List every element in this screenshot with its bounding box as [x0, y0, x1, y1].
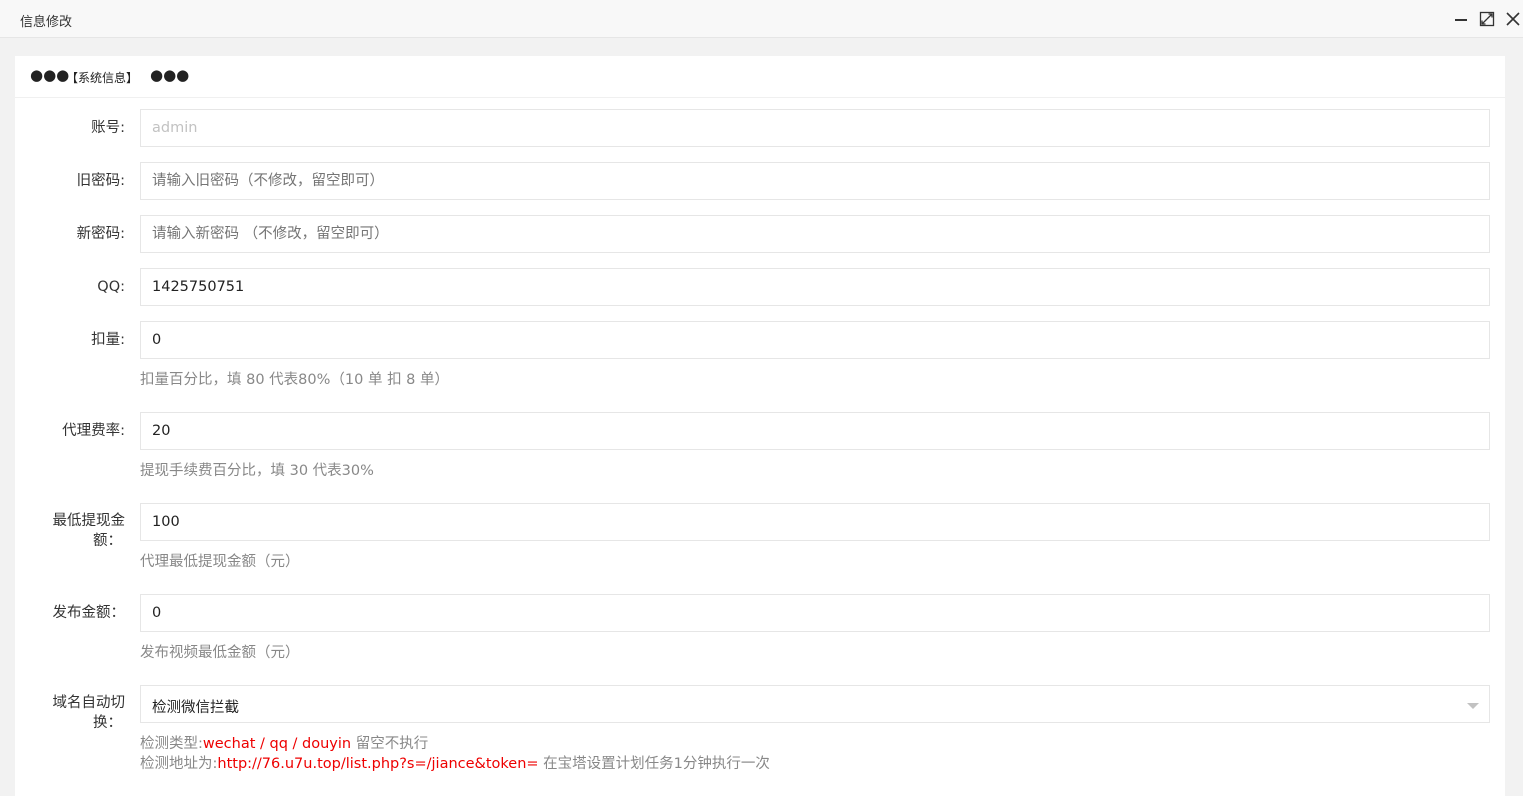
agent-fee-input[interactable] — [141, 413, 1489, 449]
agent-fee-label: 代理费率: — [62, 423, 125, 439]
domain-switch-hint-type: 检测类型:wechat / qq / douyin 留空不执行 — [140, 732, 428, 753]
domain-switch-select[interactable]: 检测微信拦截 — [140, 685, 1490, 723]
hint-type-values: wechat / qq / douyin — [202, 736, 352, 752]
section-header: ●●● 【系统信息】 ●●● — [15, 56, 1505, 98]
window-title: 信息修改 — [20, 15, 73, 30]
min-withdraw-field[interactable] — [140, 503, 1490, 541]
min-withdraw-hint: 代理最低提现金额（元） — [140, 554, 300, 570]
deduction-label: 扣量: — [91, 332, 125, 348]
old-password-input[interactable] — [141, 163, 1489, 199]
new-password-label: 新密码: — [76, 226, 125, 242]
account-label: 账号: — [91, 120, 125, 136]
header-dots-left: ●●● — [30, 66, 70, 84]
domain-switch-label-line1: 域名自动切 — [52, 695, 126, 711]
old-password-label: 旧密码: — [76, 173, 125, 189]
header-dots-right: ●●● — [150, 66, 190, 84]
qq-input[interactable] — [141, 269, 1489, 305]
hint-url-link[interactable]: http://76.u7u.top/list.php?s=/jiance&tok… — [217, 756, 538, 772]
qq-label: QQ: — [97, 279, 125, 295]
min-withdraw-input[interactable] — [141, 504, 1489, 540]
deduction-input[interactable] — [141, 322, 1489, 358]
domain-switch-hint-url: 检测地址为:http://76.u7u.top/list.php?s=/jian… — [140, 752, 770, 773]
minimize-icon[interactable] — [1453, 11, 1469, 27]
new-password-field[interactable] — [140, 215, 1490, 253]
domain-switch-selected: 检测微信拦截 — [152, 700, 239, 716]
maximize-icon[interactable] — [1479, 11, 1495, 27]
publish-amount-label: 发布金额： — [52, 605, 126, 621]
account-field[interactable] — [140, 109, 1490, 147]
new-password-input[interactable] — [141, 216, 1489, 252]
domain-switch-label-line2: 换： — [93, 715, 122, 731]
section-title: 【系统信息】 — [66, 71, 139, 85]
account-input[interactable] — [141, 110, 1489, 146]
old-password-field[interactable] — [140, 162, 1490, 200]
deduction-field[interactable] — [140, 321, 1490, 359]
chevron-down-icon[interactable] — [1467, 703, 1479, 709]
close-icon[interactable] — [1505, 11, 1521, 27]
publish-amount-hint: 发布视频最低金额（元） — [140, 645, 300, 661]
hint-url-suffix: 在宝塔设置计划任务1分钟执行一次 — [538, 756, 770, 772]
publish-amount-input[interactable] — [141, 595, 1489, 631]
min-withdraw-label-line2: 额： — [93, 533, 122, 549]
settings-card: ●●● 【系统信息】 ●●● 账号: 旧密码: 新密码: QQ: 扣量: — [15, 56, 1505, 796]
publish-amount-field[interactable] — [140, 594, 1490, 632]
window-titlebar: 信息修改 — [0, 0, 1523, 38]
min-withdraw-label-line1: 最低提现金 — [52, 513, 126, 529]
qq-field[interactable] — [140, 268, 1490, 306]
hint-url-prefix: 检测地址为: — [140, 756, 218, 772]
agent-fee-field[interactable] — [140, 412, 1490, 450]
agent-fee-hint: 提现手续费百分比，填 30 代表30% — [140, 463, 374, 479]
hint-type-suffix: 留空不执行 — [351, 736, 429, 752]
hint-type-prefix: 检测类型: — [140, 736, 203, 752]
deduction-hint: 扣量百分比，填 80 代表80%（10 单 扣 8 单） — [140, 372, 450, 388]
